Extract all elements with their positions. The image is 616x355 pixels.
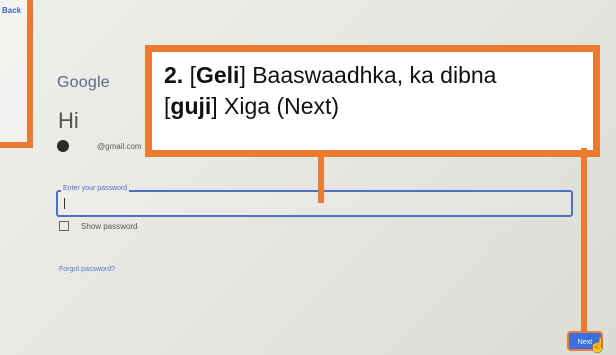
left-callout-frame — [0, 0, 33, 148]
text-caret — [64, 198, 65, 209]
password-field-label: Enter your password — [61, 185, 130, 192]
callout-text-2: ] Xiga (Next) — [211, 93, 340, 119]
google-logo: Google — [57, 74, 110, 91]
hand-cursor-icon: ☝ — [589, 337, 607, 353]
callout-pointer-to-next — [581, 148, 587, 338]
instruction-callout: 2. [Geli] Baaswaadhka, ka dibna [guji] X… — [145, 45, 600, 157]
callout-word-type: Geli — [195, 62, 240, 88]
callout-text-1: ] Baaswaadhka, ka dibna — [239, 62, 497, 88]
callout-step: 2. — [164, 62, 184, 88]
callout-word-click: guji — [170, 93, 212, 119]
forgot-password-link[interactable]: Forgot password? — [59, 266, 115, 273]
back-link[interactable]: Back — [2, 6, 21, 15]
show-password-checkbox[interactable] — [59, 221, 69, 231]
callout-pointer-to-input — [318, 157, 324, 203]
greeting-heading: Hi — [58, 108, 79, 133]
password-input[interactable] — [56, 190, 573, 217]
account-email: @gmail.com — [97, 142, 142, 151]
show-password-label[interactable]: Show password — [81, 222, 137, 231]
avatar — [57, 140, 69, 152]
